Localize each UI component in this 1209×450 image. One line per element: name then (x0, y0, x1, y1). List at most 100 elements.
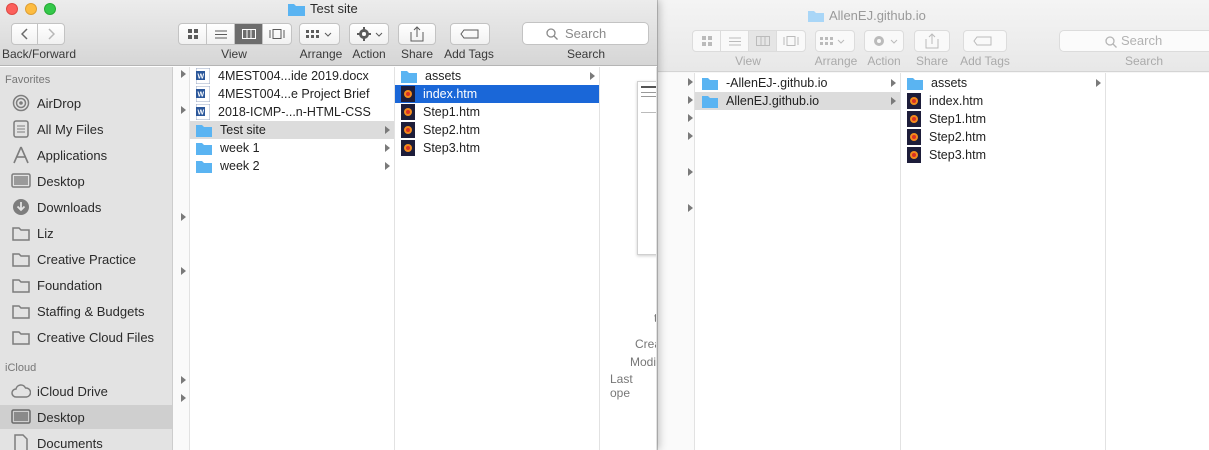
back-view-segmented-control[interactable] (692, 30, 806, 52)
back-add-tags-button[interactable] (963, 30, 1007, 52)
add-tags-label: Add Tags (444, 47, 494, 61)
disclosure-arrow (1096, 79, 1101, 87)
zoom-button[interactable] (44, 3, 56, 15)
front-titlebar: Test site Back/Forward View Arrange Acti… (0, 0, 657, 66)
documents-icon (10, 434, 32, 450)
disclosure-arrow[interactable] (688, 204, 693, 212)
disclosure-arrow[interactable] (688, 168, 693, 176)
list-item[interactable]: Step1.htm (901, 110, 1105, 128)
disclosure-arrow[interactable] (181, 267, 186, 275)
downloads-icon (10, 198, 32, 216)
list-item[interactable]: W 4MEST004...e Project Brief (190, 85, 394, 103)
arrange-button[interactable] (299, 23, 340, 45)
disclosure-arrow (385, 162, 390, 170)
list-item[interactable]: assets (901, 74, 1105, 92)
sidebar-item-applications[interactable]: Applications (0, 143, 172, 167)
chevron-right-icon (48, 28, 55, 40)
disclosure-arrow[interactable] (688, 114, 693, 122)
tag-icon (460, 29, 479, 39)
folder-icon (196, 143, 212, 155)
back-search-label: Search (1124, 54, 1164, 68)
share-button[interactable] (398, 23, 436, 45)
list-item[interactable]: Test site (190, 121, 394, 139)
disclosure-arrow[interactable] (688, 132, 693, 140)
list-item[interactable]: week 2 (190, 157, 394, 175)
back-action-button[interactable] (864, 30, 904, 52)
sidebar-item-creative-practice[interactable]: Creative Practice (0, 247, 172, 271)
back-button[interactable] (12, 24, 38, 44)
column-view-icon[interactable] (235, 24, 263, 44)
icon-view-icon[interactable] (179, 24, 207, 44)
back-forward-control[interactable] (11, 23, 65, 45)
column-view-icon[interactable] (749, 31, 777, 51)
search-field[interactable]: Search (522, 22, 649, 45)
preview-created-label: Creat (635, 337, 656, 351)
back-search-field[interactable]: Search (1059, 30, 1209, 52)
gallery-view-icon[interactable] (777, 31, 805, 51)
list-view-icon[interactable] (721, 31, 749, 51)
disclosure-arrow[interactable] (688, 96, 693, 104)
sidebar-item-creative-cloud-files[interactable]: Creative Cloud Files (0, 325, 172, 349)
list-item[interactable]: Step2.htm (395, 121, 599, 139)
word-document-icon: W (196, 68, 210, 84)
disclosure-arrow (590, 72, 595, 80)
list-item[interactable]: Step3.htm (901, 146, 1105, 164)
sidebar-item-liz[interactable]: Liz (0, 221, 172, 245)
share-icon (410, 26, 424, 42)
add-tags-button[interactable] (450, 23, 490, 45)
minimize-button[interactable] (25, 3, 37, 15)
gallery-view-icon[interactable] (263, 24, 291, 44)
browser-column-2: assets index.htm Step1.htm Step2.htm Ste… (395, 67, 600, 450)
list-item[interactable]: Step1.htm (395, 103, 599, 121)
list-item[interactable]: -AllenEJ-.github.io (695, 74, 900, 92)
disclosure-arrow[interactable] (181, 376, 186, 384)
action-label: Action (352, 47, 386, 61)
html-file-icon (401, 122, 415, 138)
icon-view-icon[interactable] (693, 31, 721, 51)
list-item[interactable]: Step3.htm (395, 139, 599, 157)
folder-icon (196, 125, 212, 137)
list-item[interactable]: index.htm (901, 92, 1105, 110)
disclosure-arrow[interactable] (181, 394, 186, 402)
list-item[interactable]: W 4MEST004...ide 2019.docx (190, 67, 394, 85)
document-preview-thumbnail (637, 81, 656, 255)
sidebar-item-icloud-drive[interactable]: iCloud Drive (0, 379, 172, 403)
back-arrange-button[interactable] (815, 30, 855, 52)
list-item[interactable]: assets (395, 67, 599, 85)
list-item[interactable]: index.htm (395, 85, 599, 103)
sidebar-item-foundation[interactable]: Foundation (0, 273, 172, 297)
disclosure-arrow[interactable] (181, 70, 186, 78)
list-view-icon[interactable] (207, 24, 235, 44)
close-button[interactable] (6, 3, 18, 15)
search-icon (1105, 36, 1117, 48)
list-item[interactable]: W 2018-ICMP-...n-HTML-CSS (190, 103, 394, 121)
list-item[interactable]: Step2.htm (901, 128, 1105, 146)
back-window-title: AllenEJ.github.io (808, 8, 928, 23)
forward-button[interactable] (38, 24, 64, 44)
sidebar-heading-favorites: Favorites (5, 74, 51, 86)
disclosure-arrow[interactable] (181, 106, 186, 114)
disclosure-arrow[interactable] (181, 213, 186, 221)
folder-icon (907, 78, 923, 90)
action-button[interactable] (349, 23, 389, 45)
sidebar-item-all-my-files[interactable]: All My Files (0, 117, 172, 141)
back-share-label: Share (915, 54, 949, 68)
sidebar-item-staffing-budgets[interactable]: Staffing & Budgets (0, 299, 172, 323)
sidebar-item-downloads[interactable]: Downloads (0, 195, 172, 219)
folder-icon (10, 276, 32, 294)
list-item[interactable]: week 1 (190, 139, 394, 157)
preview-line (641, 92, 656, 93)
back-forward-label: Back/Forward (1, 47, 77, 61)
cloud-icon (10, 382, 32, 400)
list-item[interactable]: AllenEJ.github.io (695, 92, 900, 110)
sidebar-item-desktop[interactable]: Desktop (0, 169, 172, 193)
sidebar-item-documents[interactable]: Documents (0, 431, 172, 450)
preview-info-fragment: ts (654, 311, 656, 325)
back-share-button[interactable] (914, 30, 950, 52)
disclosure-arrow[interactable] (688, 78, 693, 86)
view-segmented-control[interactable] (178, 23, 292, 45)
sidebar-item-icloud-desktop[interactable]: Desktop (0, 405, 172, 429)
preview-modified-label: Modi (630, 355, 657, 369)
sidebar-item-airdrop[interactable]: AirDrop (0, 91, 172, 115)
word-document-icon: W (196, 104, 210, 120)
